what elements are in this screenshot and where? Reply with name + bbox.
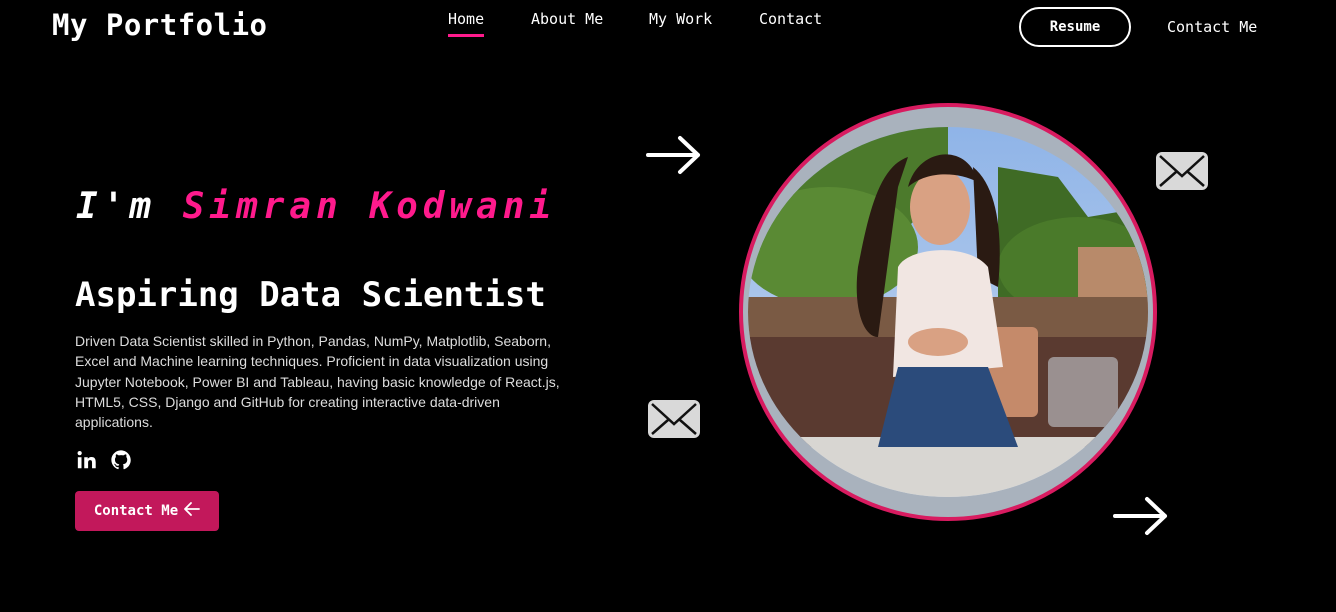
- envelope-icon: [1155, 151, 1209, 195]
- arrow-right-icon: [1113, 495, 1169, 541]
- arrow-left-icon: [184, 502, 201, 520]
- contact-me-link[interactable]: Contact Me: [1167, 18, 1257, 36]
- resume-button[interactable]: Resume: [1019, 7, 1131, 47]
- contact-me-button[interactable]: Contact Me: [75, 491, 219, 531]
- bio-description: Driven Data Scientist skilled in Python,…: [75, 333, 560, 431]
- greeting-heading: I'm Simran Kodwani: [76, 186, 556, 227]
- role-title: Aspiring Data Scientist: [75, 275, 546, 315]
- brand-title[interactable]: My Portfolio: [52, 8, 268, 42]
- nav-about-me[interactable]: About Me: [531, 10, 603, 38]
- linkedin-icon[interactable]: [76, 449, 98, 471]
- arrow-right-icon: [646, 134, 702, 180]
- contact-me-button-label: Contact Me: [93, 503, 179, 519]
- envelope-icon: [647, 399, 701, 443]
- person-name: Simran Kodwani: [182, 186, 557, 227]
- greeting-prefix: I'm: [76, 186, 157, 227]
- profile-photo: [748, 127, 1148, 497]
- nav-contact[interactable]: Contact: [759, 10, 822, 38]
- github-icon[interactable]: [110, 449, 132, 471]
- nav-home[interactable]: Home: [448, 10, 485, 38]
- profile-photo-frame: [739, 103, 1157, 521]
- nav-my-work[interactable]: My Work: [649, 10, 712, 38]
- social-links: [76, 449, 132, 471]
